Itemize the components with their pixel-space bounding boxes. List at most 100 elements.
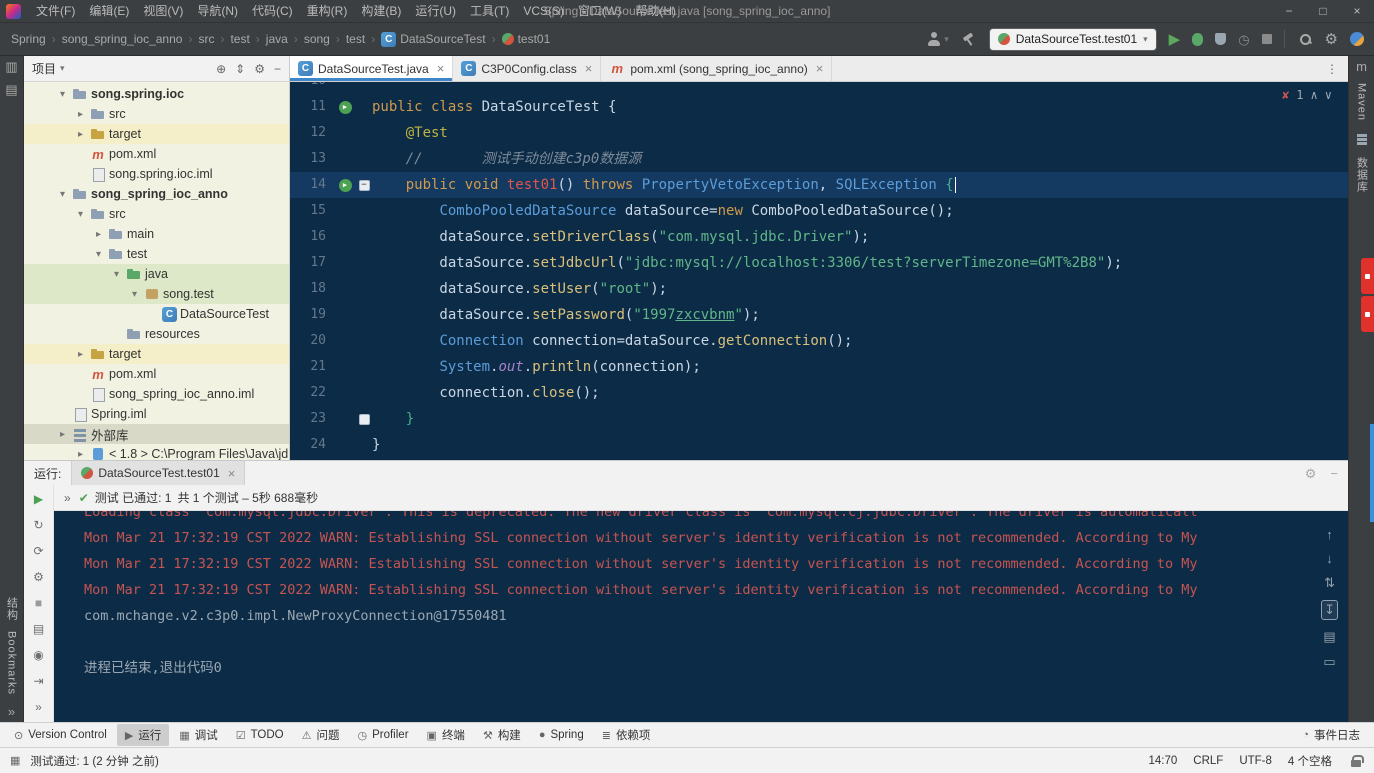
chevron-icon[interactable]: ▾ bbox=[56, 189, 69, 200]
soft-wrap-icon[interactable]: ⇅ bbox=[1324, 575, 1335, 591]
code-line[interactable]: 13 // 测试手动创建c3p0数据源 bbox=[290, 146, 1348, 172]
scroll-down-icon[interactable]: ↓ bbox=[1326, 551, 1333, 566]
spring-tab[interactable]: ● Spring bbox=[531, 726, 592, 744]
menu-item[interactable]: 文件(F) bbox=[29, 0, 82, 22]
tree-row[interactable]: ▾ test bbox=[24, 244, 289, 264]
rerun-failed-tests-icon[interactable]: ↻ bbox=[30, 516, 48, 534]
menu-item[interactable]: 代码(C) bbox=[245, 0, 300, 22]
tree-row[interactable]: ▸ target bbox=[24, 344, 289, 364]
event-log-button[interactable]: ◔ 事件日志 bbox=[1294, 724, 1368, 746]
chevron-icon[interactable]: ▾ bbox=[110, 269, 123, 280]
breadcrumb-item[interactable]: src bbox=[197, 30, 215, 48]
close-icon[interactable]: × bbox=[585, 61, 593, 76]
tree-row[interactable]: DataSourceTest bbox=[24, 304, 289, 324]
prev-problem-icon[interactable]: ∧ bbox=[1311, 88, 1318, 102]
project-panel-title[interactable]: 项目 bbox=[32, 60, 56, 77]
rerun-tests-icon[interactable]: ▶ bbox=[30, 490, 48, 508]
chevron-icon[interactable]: ▾ bbox=[128, 289, 141, 300]
tree-row[interactable]: song.spring.ioc.iml bbox=[24, 164, 289, 184]
tree-row[interactable]: ▾ java bbox=[24, 264, 289, 284]
tree-row[interactable]: Spring.iml bbox=[24, 404, 289, 424]
code-line[interactable]: 15 ComboPooledDataSource dataSource=new … bbox=[290, 198, 1348, 224]
build-hammer-icon[interactable] bbox=[961, 31, 977, 47]
dependencies-tab[interactable]: ≣ 依赖项 bbox=[594, 724, 659, 746]
code-line[interactable]: 14 ▶ − public void test01() throws Propert… bbox=[290, 172, 1348, 198]
clear-console-icon[interactable]: ▭ bbox=[1323, 654, 1335, 670]
minimize-button[interactable]: − bbox=[1272, 0, 1306, 22]
commit-tool-icon[interactable]: ▤ bbox=[5, 83, 17, 96]
menu-item[interactable]: 工具(T) bbox=[463, 0, 516, 22]
chevron-icon[interactable]: ▸ bbox=[74, 129, 87, 140]
expand-shelf-icon[interactable]: » bbox=[64, 491, 71, 505]
run-test-icon[interactable]: ▶ bbox=[338, 100, 352, 114]
code-line[interactable]: 24} bbox=[290, 432, 1348, 458]
console-line[interactable]: Mon Mar 21 17:32:19 CST 2022 WARN: Estab… bbox=[84, 525, 1348, 551]
print-console-icon[interactable]: ▤ bbox=[1323, 629, 1335, 645]
line-separator[interactable]: CRLF bbox=[1193, 755, 1223, 767]
run-test-icon[interactable]: ▶ bbox=[338, 178, 352, 192]
tree-row[interactable]: ▸ target bbox=[24, 124, 289, 144]
more-options-icon[interactable]: » bbox=[30, 698, 48, 716]
chevron-icon[interactable]: ▾ bbox=[74, 209, 87, 220]
database-tool-button[interactable]: 数据库 bbox=[1354, 157, 1370, 193]
run-console[interactable]: Loading class `com.mysql.jdbc.Driver'. T… bbox=[54, 511, 1348, 722]
indent-config[interactable]: 4 个空格 bbox=[1288, 753, 1332, 769]
editor-tab[interactable]: pom.xml (song_spring_ioc_anno) × bbox=[601, 56, 833, 81]
close-icon[interactable]: × bbox=[816, 61, 824, 76]
chevron-icon[interactable]: ▾ bbox=[92, 249, 105, 260]
tree-row[interactable]: ▸ 外部库 bbox=[24, 424, 289, 444]
editor[interactable]: 1011▶public class DataSourceTest {12 @Te… bbox=[290, 82, 1348, 460]
status-message[interactable]: 测试通过: 1 (2 分钟 之前) bbox=[30, 753, 158, 769]
menu-item[interactable]: 导航(N) bbox=[190, 0, 245, 22]
stop-process-icon[interactable]: ■ bbox=[30, 594, 48, 612]
edge-notification-badge[interactable] bbox=[1361, 258, 1374, 294]
coverage-button[interactable] bbox=[1215, 33, 1227, 45]
search-everywhere-icon[interactable] bbox=[1297, 31, 1313, 47]
thread-dump-icon[interactable]: ▤ bbox=[30, 620, 48, 638]
expand-collapse-icon[interactable]: ⇕ bbox=[235, 62, 245, 76]
tool-window-switcher-icon[interactable]: ▦ bbox=[10, 754, 20, 767]
menu-item[interactable]: 编辑(E) bbox=[82, 0, 136, 22]
menu-item[interactable]: 重构(R) bbox=[300, 0, 355, 22]
code-line[interactable]: 20 Connection connection=dataSource.getC… bbox=[290, 328, 1348, 354]
maven-icon[interactable]: m bbox=[1356, 60, 1367, 73]
code-line[interactable]: 19 dataSource.setPassword("1997zxcvbnm")… bbox=[290, 302, 1348, 328]
chevron-icon[interactable]: ▸ bbox=[56, 429, 69, 440]
tree-row[interactable]: ▾ song.test bbox=[24, 284, 289, 304]
chevron-icon[interactable]: ▸ bbox=[74, 449, 87, 460]
breadcrumb-item[interactable]: java bbox=[265, 30, 289, 48]
tree-row[interactable]: ▸ src bbox=[24, 104, 289, 124]
code-line[interactable]: 17 dataSource.setJdbcUrl("jdbc:mysql://l… bbox=[290, 250, 1348, 276]
breadcrumb-item[interactable]: song_spring_ioc_anno bbox=[61, 30, 184, 48]
chevron-icon[interactable]: ▾ bbox=[56, 89, 69, 100]
ide-profile-icon[interactable] bbox=[1350, 32, 1364, 46]
console-line[interactable]: 进程已结束,退出代码0 bbox=[84, 655, 1348, 681]
tree-row[interactable]: pom.xml bbox=[24, 144, 289, 164]
console-line[interactable]: Loading class `com.mysql.jdbc.Driver'. T… bbox=[84, 511, 1348, 525]
debug-tab[interactable]: ▦ 调试 bbox=[171, 724, 225, 746]
version-control-tab[interactable]: ⊙ Version Control bbox=[6, 726, 115, 745]
screenshot-icon[interactable]: ◉ bbox=[30, 646, 48, 664]
code-line[interactable]: 18 dataSource.setUser("root"); bbox=[290, 276, 1348, 302]
console-line[interactable] bbox=[84, 629, 1348, 655]
build-tab[interactable]: ⚒ 构建 bbox=[475, 724, 529, 746]
tree-row[interactable]: ▸ main bbox=[24, 224, 289, 244]
structure-tool-button[interactable]: 结构 bbox=[4, 597, 20, 621]
code-line[interactable]: 22 connection.close(); bbox=[290, 380, 1348, 406]
debug-button[interactable] bbox=[1192, 32, 1204, 46]
terminal-tab[interactable]: ▣ 终端 bbox=[419, 724, 473, 746]
close-icon[interactable]: × bbox=[437, 61, 445, 76]
scroll-to-end-icon[interactable]: ↧ bbox=[1321, 600, 1338, 620]
restore-button[interactable]: □ bbox=[1306, 0, 1340, 22]
close-button[interactable]: × bbox=[1340, 0, 1374, 22]
code-line[interactable]: 21 System.out.println(connection); bbox=[290, 354, 1348, 380]
run-tab[interactable]: DataSourceTest.test01 × bbox=[71, 461, 246, 485]
code-line[interactable]: 12 @Test bbox=[290, 120, 1348, 146]
maven-tool-button[interactable]: Maven bbox=[1356, 83, 1368, 121]
chevron-icon[interactable]: ▸ bbox=[74, 349, 87, 360]
code-line[interactable]: 10 bbox=[290, 82, 1348, 94]
problems-tab[interactable]: ⚠ 问题 bbox=[294, 724, 348, 746]
tree-row[interactable]: song_spring_ioc_anno.iml bbox=[24, 384, 289, 404]
test-settings-wrench-icon[interactable]: ⚙ bbox=[30, 568, 48, 586]
menu-item[interactable]: 运行(U) bbox=[408, 0, 463, 22]
